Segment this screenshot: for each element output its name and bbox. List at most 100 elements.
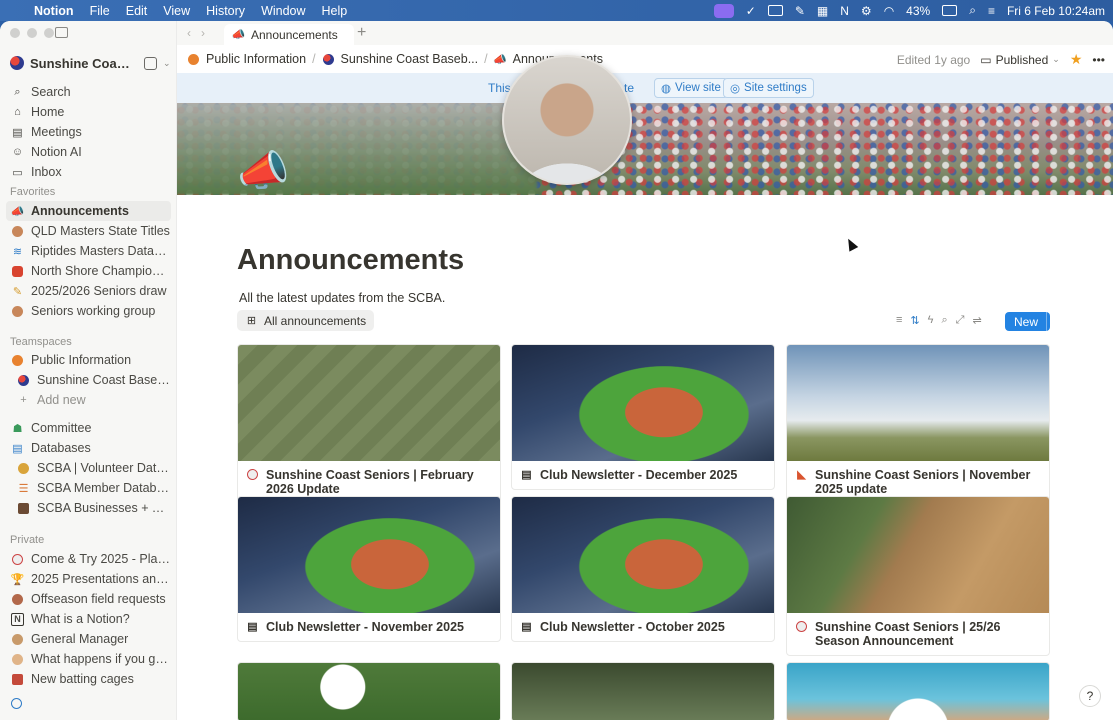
sidebar-item-meetings[interactable]: ▤ Meetings — [6, 122, 171, 142]
breadcrumb-public-information[interactable]: Public Information — [183, 52, 310, 66]
page-title[interactable]: Announcements — [237, 244, 464, 277]
sidebar-item-batting-cages[interactable]: New batting cages — [6, 669, 171, 689]
menu-view[interactable]: View — [155, 4, 198, 18]
new-page-icon[interactable] — [144, 56, 157, 70]
gallery-card[interactable]: ▤ Club Newsletter - November 2025 — [237, 496, 501, 642]
gallery-card[interactable]: Sunshine Coast Seniors | 25/26 Season An… — [786, 496, 1050, 656]
gallery-card[interactable] — [237, 662, 501, 720]
gallery-card[interactable] — [786, 662, 1050, 720]
sidebar-item-businesses[interactable]: SCBA Businesses + Trades — [12, 498, 171, 518]
automation-bolt-icon[interactable]: ϟ — [928, 314, 934, 327]
sidebar-item-member-db[interactable]: ☰ SCBA Member Databases — [12, 478, 171, 498]
back-forward-arrows[interactable]: ‹› — [187, 26, 215, 40]
sidebar-item-offseason[interactable]: Offseason field requests — [6, 589, 171, 609]
menu-app-name[interactable]: Notion — [34, 4, 82, 18]
card-title: Club Newsletter - October 2025 — [540, 620, 725, 634]
site-settings-button[interactable]: ◎ Site settings — [723, 78, 814, 98]
card-title: Club Newsletter - December 2025 — [540, 468, 738, 482]
sidebar-item-add-new[interactable]: + Add new — [12, 390, 171, 410]
sidebar-item-label: Sunshine Coast Baseball Ass... — [37, 373, 171, 387]
gallery-card[interactable]: ◣ Sunshine Coast Seniors | November 2025 … — [786, 344, 1050, 504]
favorite-star-icon[interactable]: ★ — [1070, 51, 1083, 68]
notion-menubar-icon[interactable]: N — [840, 4, 849, 18]
gallery-card[interactable]: ▤ Club Newsletter - December 2025 — [511, 344, 775, 490]
new-entry-button[interactable]: New ▼ — [1005, 312, 1059, 331]
feather-icon[interactable]: ✎ — [795, 4, 805, 18]
sidebar-item-scba[interactable]: Sunshine Coast Baseball Ass... — [12, 370, 171, 390]
sidebar-item-label: SCBA Businesses + Trades — [37, 501, 171, 515]
published-button[interactable]: ▭ Published ⌄ — [980, 53, 1060, 67]
view-tab-label: All announcements — [264, 313, 367, 328]
breadcrumb-scba[interactable]: Sunshine Coast Baseb... — [318, 52, 483, 66]
chevron-down-icon[interactable]: ⌄ — [163, 58, 171, 69]
sidebar-item-committee[interactable]: ☗ Committee — [6, 418, 171, 438]
sidebar-item-riptides[interactable]: ≋ Riptides Masters Database — [6, 241, 171, 261]
settings-sliders-icon[interactable]: ⇌ — [972, 314, 981, 327]
private-heading[interactable]: Private — [10, 534, 44, 546]
sidebar-item-what-is-notion[interactable]: N What is a Notion? — [6, 609, 171, 629]
spotlight-search-icon[interactable]: ⌕ — [969, 3, 976, 18]
sidebar-toggle-icon[interactable] — [55, 27, 68, 38]
menu-history[interactable]: History — [198, 4, 253, 18]
filter-icon[interactable]: ≡ — [896, 314, 902, 327]
sidebar-item-ejected[interactable]: What happens if you get eject... — [6, 649, 171, 669]
wifi-icon[interactable]: ◠ — [884, 4, 894, 18]
sidebar-item-presentations[interactable]: 🏆 2025 Presentations and awards — [6, 569, 171, 589]
tab-announcements[interactable]: 📣 Announcements — [224, 24, 354, 45]
search-icon[interactable]: ⌕ — [941, 314, 947, 327]
sidebar-item-general-manager[interactable]: General Manager — [6, 629, 171, 649]
clock-datetime[interactable]: Fri 6 Feb 10:24am — [1007, 4, 1105, 18]
grid-icon[interactable]: ▦ — [817, 4, 828, 18]
sidebar-item-databases[interactable]: ▤ Databases — [6, 438, 171, 458]
presenter-video-bubble[interactable] — [502, 55, 632, 185]
sidebar-item-volunteer-db[interactable]: SCBA | Volunteer Database — [12, 458, 171, 478]
page-icon[interactable]: 📣 — [237, 150, 289, 192]
sidebar-item-home[interactable]: ⌂ Home — [6, 102, 171, 122]
teamspaces-heading[interactable]: Teamspaces — [10, 336, 72, 348]
screen-share-icon[interactable] — [713, 3, 734, 18]
sidebar-item-come-and-try[interactable]: Come & Try 2025 - Planning — [6, 549, 171, 569]
sort-icon[interactable]: ⇅ — [910, 314, 919, 327]
zoom-window-button[interactable] — [44, 28, 54, 38]
menu-window[interactable]: Window — [253, 4, 313, 18]
sidebar-item-seniors-draw[interactable]: ✎ 2025/2026 Seniors draw — [6, 281, 171, 301]
invite-icon[interactable] — [11, 698, 22, 709]
gear-icon[interactable]: ⚙ — [861, 4, 872, 18]
close-window-button[interactable] — [10, 28, 20, 38]
sidebar-item-label: Public Information — [31, 353, 132, 367]
chevron-down-icon[interactable]: ▼ — [1046, 312, 1063, 331]
more-options-icon[interactable]: ••• — [1092, 53, 1105, 67]
menu-file[interactable]: File — [82, 4, 118, 18]
workspace-switcher[interactable]: Sunshine Coast Baseb... ⌄ — [10, 51, 172, 75]
page-description[interactable]: All the latest updates from the SCBA. — [239, 291, 445, 305]
sidebar-item-north-shore[interactable]: North Shore Champions Plate ... — [6, 261, 171, 281]
card-cover-image — [238, 663, 500, 720]
view-site-button[interactable]: ◍ View site — [654, 78, 728, 98]
sidebar-item-announcements[interactable]: 📣 Announcements — [6, 201, 171, 221]
battery-icon[interactable] — [942, 5, 958, 16]
menu-help[interactable]: Help — [314, 4, 356, 18]
sidebar-item-search[interactable]: ⌕ Search — [6, 82, 171, 102]
sidebar-item-label: General Manager — [31, 632, 129, 646]
checkmark-icon[interactable]: ✓ — [746, 4, 756, 18]
gallery-card[interactable]: ▤ Club Newsletter - October 2025 — [511, 496, 775, 642]
gallery-card[interactable] — [511, 662, 775, 720]
view-tab-all-announcements[interactable]: ⊞ All announcements — [237, 310, 375, 331]
app-status-icon[interactable] — [767, 5, 783, 16]
help-button[interactable]: ? — [1079, 685, 1101, 707]
cookie-icon — [11, 225, 24, 238]
sidebar-item-notion-ai[interactable]: ☺ Notion AI — [6, 142, 171, 162]
breadcrumb-label: Sunshine Coast Baseb... — [340, 52, 479, 66]
gallery-card[interactable]: Sunshine Coast Seniors | February 2026 U… — [237, 344, 501, 504]
expand-icon[interactable]: ⤢ — [956, 314, 965, 327]
sidebar-item-inbox[interactable]: ▭ Inbox — [6, 162, 171, 182]
sidebar-item-qld-masters[interactable]: QLD Masters State Titles — [6, 221, 171, 241]
sidebar-item-seniors-working-group[interactable]: Seniors working group — [6, 301, 171, 321]
favorites-heading[interactable]: Favorites — [10, 186, 55, 198]
menu-edit[interactable]: Edit — [118, 4, 156, 18]
sidebar-item-public-information[interactable]: Public Information — [6, 350, 171, 370]
page-cover-image[interactable] — [177, 103, 1113, 195]
new-tab-plus-icon[interactable]: + — [357, 24, 366, 42]
minimize-window-button[interactable] — [27, 28, 37, 38]
control-center-icon[interactable]: ≡ — [988, 4, 995, 18]
